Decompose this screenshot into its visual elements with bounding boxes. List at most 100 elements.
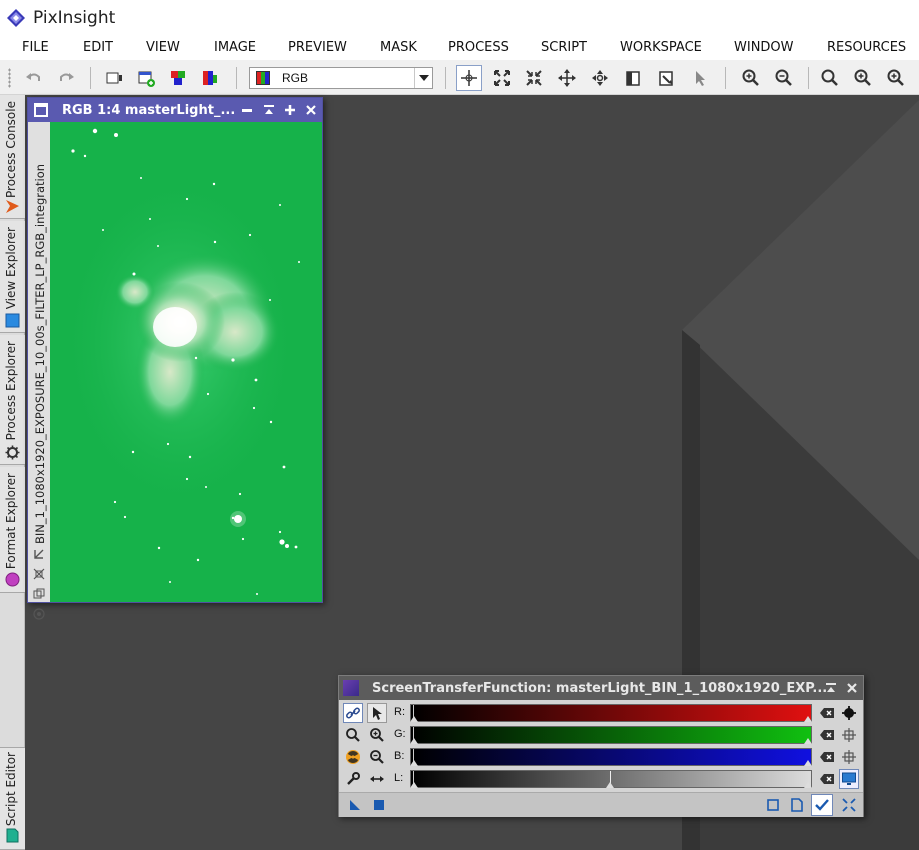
highlights-handle[interactable] [804, 738, 812, 744]
menu-view[interactable]: VIEW [146, 40, 180, 55]
reset-luminance-button[interactable] [817, 769, 837, 789]
menu-process[interactable]: PROCESS [448, 40, 509, 55]
stf-title-bar[interactable]: ScreenTransferFunction: masterLight_BIN_… [339, 676, 863, 700]
menu-script[interactable]: SCRIPT [541, 40, 587, 55]
stf-row-luminance: L: [339, 768, 863, 790]
collapse-button[interactable] [839, 795, 859, 815]
format-explorer-icon [5, 572, 20, 587]
undo-button[interactable] [22, 66, 46, 90]
tab-script-editor-label: Script Editor [4, 752, 18, 827]
menu-window[interactable]: WINDOW [734, 40, 794, 55]
dropdown-arrow-icon[interactable] [414, 68, 432, 88]
apply-button[interactable] [811, 794, 833, 816]
browse-documentation-button[interactable] [763, 795, 783, 815]
highlights-handle[interactable] [804, 760, 812, 766]
new-instance-button[interactable] [345, 795, 365, 815]
target-icon[interactable] [33, 608, 45, 620]
tab-process-explorer[interactable]: Process Explorer [0, 335, 25, 465]
redo-icon [60, 73, 74, 81]
pan-mode-button[interactable] [555, 66, 579, 90]
channel-select[interactable]: RGB [249, 67, 433, 89]
track-red-button[interactable] [839, 703, 859, 723]
tab-view-explorer[interactable]: View Explorer [0, 221, 25, 333]
readout-mode-button[interactable] [456, 65, 482, 91]
maximize-button[interactable] [281, 101, 299, 119]
reset-instance-button[interactable] [787, 795, 807, 815]
reset-green-button[interactable] [817, 725, 837, 745]
track-green-button[interactable] [839, 725, 859, 745]
apply-global-button[interactable] [369, 795, 389, 815]
stf-title: ScreenTransferFunction: masterLight_BIN_… [372, 680, 828, 696]
menu-preview[interactable]: PREVIEW [288, 40, 347, 55]
image-canvas[interactable] [50, 122, 322, 602]
edit-preview-button[interactable] [654, 66, 678, 90]
select-mode-button[interactable] [688, 66, 712, 90]
stf-slider-red[interactable] [410, 704, 812, 722]
zoom-actual-icon [821, 69, 838, 86]
track-blue-button[interactable] [839, 747, 859, 767]
redo-button[interactable] [54, 66, 78, 90]
stf-shade-button[interactable] [822, 679, 840, 697]
zoom-in-2-button[interactable] [851, 66, 875, 90]
menu-workspace[interactable]: WORKSPACE [620, 40, 702, 55]
clone-icon[interactable] [33, 588, 45, 600]
highlights-handle[interactable] [804, 716, 812, 722]
gear-icon [5, 445, 20, 460]
menu-edit[interactable]: EDIT [83, 40, 113, 55]
display-toggle-button[interactable] [839, 769, 859, 789]
menu-file[interactable]: FILE [22, 40, 49, 55]
zoom-out-button[interactable] [772, 66, 796, 90]
toolbar-separator [725, 67, 726, 89]
menu-resources[interactable]: RESOURCES [827, 40, 906, 55]
shadows-handle[interactable] [410, 782, 418, 788]
shade-button[interactable] [260, 101, 278, 119]
stf-slider-green[interactable] [410, 726, 812, 744]
new-preview-button[interactable] [621, 66, 645, 90]
checkmark-icon [815, 799, 829, 811]
crosshair-icon [842, 750, 856, 764]
toolbar-separator [445, 67, 446, 89]
channel-extraction-button[interactable] [198, 66, 222, 90]
stf-slider-blue[interactable] [410, 748, 812, 766]
center-view-button[interactable] [588, 66, 612, 90]
close-button[interactable] [302, 101, 320, 119]
crop-icon[interactable] [33, 568, 45, 580]
backspace-icon [820, 752, 834, 762]
stf-slider-luminance[interactable] [410, 770, 812, 788]
stf-panel[interactable]: ScreenTransferFunction: masterLight_BIN_… [338, 675, 864, 817]
stf-close-button[interactable] [843, 679, 861, 697]
stf-process-icon [343, 680, 359, 696]
fit-view-button[interactable] [522, 66, 546, 90]
channel-select-value: RGB [282, 71, 309, 85]
image-window[interactable]: RGB 1:4 masterLight_... BIN_1_1080x1920_… [27, 97, 323, 620]
new-image-button[interactable] [134, 66, 158, 90]
new-view-button[interactable] [102, 66, 126, 90]
script-editor-icon [6, 828, 19, 843]
zoom-in-button[interactable] [739, 66, 763, 90]
shadows-handle[interactable] [410, 738, 418, 744]
highlights-handle[interactable] [804, 782, 812, 788]
crosshair-icon [842, 728, 856, 742]
rgb-channels-button[interactable] [166, 66, 190, 90]
reset-blue-button[interactable] [817, 747, 837, 767]
app-title: PixInsight [33, 8, 116, 28]
stf-label-blue: B: [394, 750, 405, 762]
midtones-handle[interactable] [606, 782, 614, 788]
zoom-to-fit-button[interactable] [490, 66, 514, 90]
image-window-title-bar[interactable]: RGB 1:4 masterLight_... [28, 98, 322, 122]
mask-icon[interactable] [33, 548, 45, 560]
zoom-in-3-button[interactable] [884, 66, 908, 90]
tab-script-editor[interactable]: Script Editor [0, 747, 25, 850]
toolbar-grip[interactable] [8, 68, 11, 88]
minimize-button[interactable] [238, 101, 256, 119]
menu-image[interactable]: IMAGE [214, 40, 256, 55]
shadows-handle[interactable] [410, 760, 418, 766]
tab-format-explorer[interactable]: Format Explorer [0, 467, 25, 593]
image-window-title: RGB 1:4 masterLight_... [62, 102, 236, 118]
zoom-1-1-button[interactable] [818, 66, 842, 90]
menu-mask[interactable]: MASK [380, 40, 417, 55]
tab-format-explorer-label: Format Explorer [4, 473, 18, 570]
shadows-handle[interactable] [410, 716, 418, 722]
reset-red-button[interactable] [817, 703, 837, 723]
tab-process-console[interactable]: Process Console [0, 95, 25, 219]
